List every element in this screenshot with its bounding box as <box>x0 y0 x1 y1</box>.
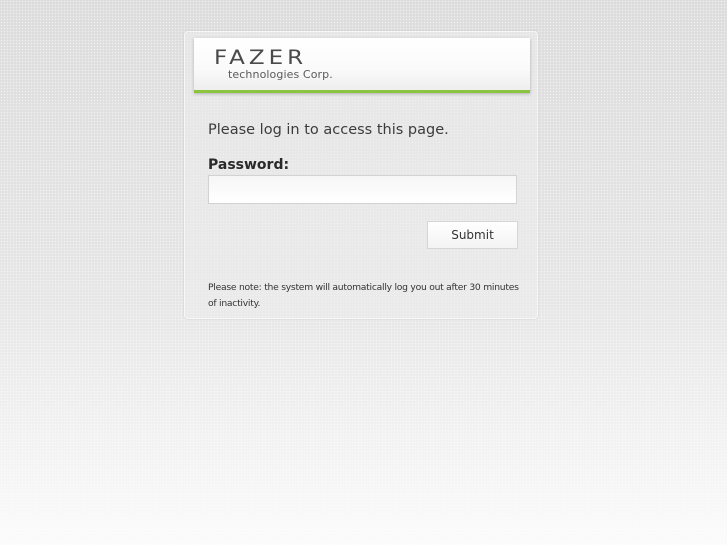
logo-tagline: technologies Corp. <box>228 68 333 81</box>
submit-button[interactable]: Submit <box>427 221 518 249</box>
header-bar: FAZER technologies Corp. <box>194 38 530 93</box>
logo-wordmark: FAZER <box>214 47 308 70</box>
password-label: Password: <box>208 157 290 173</box>
company-logo: FAZER technologies Corp. <box>214 47 333 81</box>
inactivity-note: Please note: the system will automatical… <box>208 282 519 309</box>
password-input[interactable] <box>208 175 517 204</box>
login-intro-text: Please log in to access this page. <box>208 122 449 138</box>
